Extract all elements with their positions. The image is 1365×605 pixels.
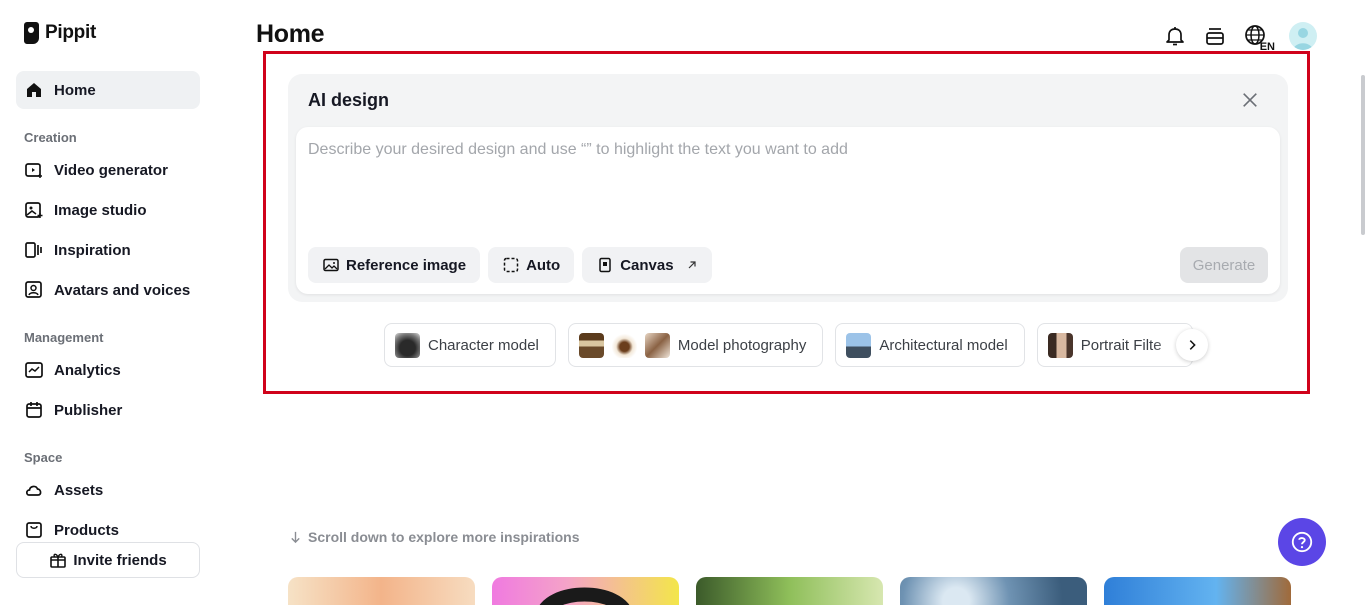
- image-studio-icon: [25, 202, 43, 218]
- model-photography-thumbnail-2: [611, 332, 637, 358]
- canvas-label: Canvas: [620, 256, 674, 274]
- page-title: Home: [256, 20, 325, 48]
- prompt-box: Reference image Auto Canvas Generate: [296, 127, 1280, 294]
- inspiration-card[interactable]: [288, 577, 475, 605]
- reference-image-button[interactable]: Reference image: [308, 247, 481, 283]
- generate-button[interactable]: Generate: [1180, 247, 1268, 283]
- auto-size-button[interactable]: Auto: [488, 247, 575, 283]
- user-avatar[interactable]: [1289, 22, 1317, 50]
- reference-image-label: Reference image: [346, 256, 467, 274]
- sidebar-item-label: Home: [54, 81, 96, 99]
- sidebar-item-publisher[interactable]: Publisher: [16, 391, 200, 429]
- notifications-button[interactable]: [1163, 23, 1187, 49]
- sidebar-item-label: Avatars and voices: [54, 281, 191, 299]
- design-prompt-input[interactable]: [308, 141, 1208, 159]
- dashed-frame-icon: [503, 257, 519, 273]
- cloud-icon: [25, 485, 42, 496]
- template-chips: Character model Model photography Archit…: [384, 323, 1193, 367]
- chevron-right-icon: [1189, 340, 1196, 350]
- arrow-down-icon: [291, 531, 300, 543]
- chip-label: Portrait Filte: [1080, 336, 1162, 354]
- video-generator-icon: [25, 163, 42, 178]
- chip-label: Model photography: [677, 336, 807, 354]
- section-label-space: Space: [24, 450, 63, 465]
- language-code: EN: [1259, 41, 1275, 53]
- ai-design-panel: AI design Reference image Auto Canvas Ge…: [288, 74, 1288, 302]
- auto-label: Auto: [526, 256, 561, 274]
- page-scrollbar[interactable]: [1361, 75, 1365, 235]
- chip-label: Architectural model: [879, 336, 1008, 354]
- section-label-management: Management: [24, 330, 104, 345]
- sidebar-item-analytics[interactable]: Analytics: [16, 351, 200, 389]
- invite-friends-button[interactable]: Invite friends: [16, 542, 200, 578]
- sidebar-item-image-studio[interactable]: Image studio: [16, 191, 200, 229]
- language-button[interactable]: EN: [1243, 23, 1275, 53]
- scroll-hint: Scroll down to explore more inspirations: [289, 529, 580, 545]
- portrait-filter-thumbnail: [1047, 332, 1073, 358]
- chip-label: Character model: [428, 336, 539, 354]
- inspiration-icon: [25, 242, 42, 258]
- architectural-model-thumbnail: [846, 332, 872, 358]
- scroll-hint-label: Scroll down to explore more inspirations: [308, 529, 580, 545]
- sidebar-item-home[interactable]: Home: [16, 71, 200, 109]
- chip-character-model[interactable]: Character model: [384, 323, 556, 367]
- image-icon: [323, 258, 339, 272]
- app-logo[interactable]: Pippit: [24, 22, 96, 44]
- headphones-shape: [539, 587, 630, 605]
- app-name: Pippit: [45, 22, 96, 43]
- model-photography-thumbnail-3: [644, 332, 670, 358]
- user-avatar-icon: [1293, 28, 1313, 50]
- chip-architectural-model[interactable]: Architectural model: [835, 323, 1025, 367]
- header-actions: EN: [1163, 22, 1317, 53]
- invite-friends-label: Invite friends: [73, 551, 167, 569]
- sidebar-item-label: Products: [54, 521, 120, 539]
- inspiration-card[interactable]: [900, 577, 1087, 605]
- sidebar-item-label: Image studio: [54, 201, 147, 219]
- canvas-button[interactable]: Canvas: [582, 247, 712, 283]
- help-icon: [1291, 531, 1313, 553]
- inspiration-card[interactable]: [1104, 577, 1291, 605]
- prompt-tools: Reference image Auto Canvas: [308, 247, 712, 283]
- sidebar-item-label: Assets: [54, 481, 104, 499]
- close-panel-button[interactable]: [1238, 88, 1262, 112]
- sidebar-item-avatars-voices[interactable]: Avatars and voices: [16, 271, 200, 309]
- bell-icon: [1166, 27, 1184, 46]
- model-photography-thumbnail-1: [578, 332, 604, 358]
- inspiration-card[interactable]: [492, 577, 679, 605]
- product-box-icon: [26, 522, 42, 538]
- close-icon: [1243, 93, 1257, 107]
- external-link-icon: [688, 261, 696, 269]
- inspiration-card[interactable]: [696, 577, 883, 605]
- canvas-icon: [599, 257, 611, 273]
- pippit-logo-icon: [24, 22, 39, 44]
- avatar-voice-icon: [25, 281, 42, 298]
- sidebar-item-label: Publisher: [54, 401, 123, 419]
- gift-icon: [50, 553, 67, 568]
- sidebar-item-inspiration[interactable]: Inspiration: [16, 231, 200, 269]
- home-icon: [27, 83, 41, 97]
- character-model-thumbnail: [395, 332, 420, 358]
- sidebar-item-assets[interactable]: Assets: [16, 471, 200, 509]
- section-label-creation: Creation: [24, 130, 77, 145]
- inspiration-cards: [288, 577, 1291, 605]
- calendar-icon: [26, 402, 42, 418]
- sidebar-item-label: Inspiration: [54, 241, 131, 259]
- subscription-icon: [1206, 28, 1224, 45]
- ai-design-title: AI design: [308, 90, 390, 110]
- subscription-button[interactable]: [1203, 23, 1227, 49]
- sidebar-item-label: Analytics: [54, 361, 121, 379]
- sidebar: Pippit Home Creation Video generator Ima…: [0, 0, 216, 605]
- help-button[interactable]: [1278, 518, 1326, 566]
- chip-portrait-filter[interactable]: Portrait Filte: [1036, 323, 1193, 367]
- chip-model-photography[interactable]: Model photography: [567, 323, 824, 367]
- chips-next-button[interactable]: [1176, 329, 1208, 361]
- analytics-icon: [25, 362, 43, 378]
- sidebar-item-video-generator[interactable]: Video generator: [16, 151, 200, 189]
- sidebar-item-label: Video generator: [54, 161, 168, 179]
